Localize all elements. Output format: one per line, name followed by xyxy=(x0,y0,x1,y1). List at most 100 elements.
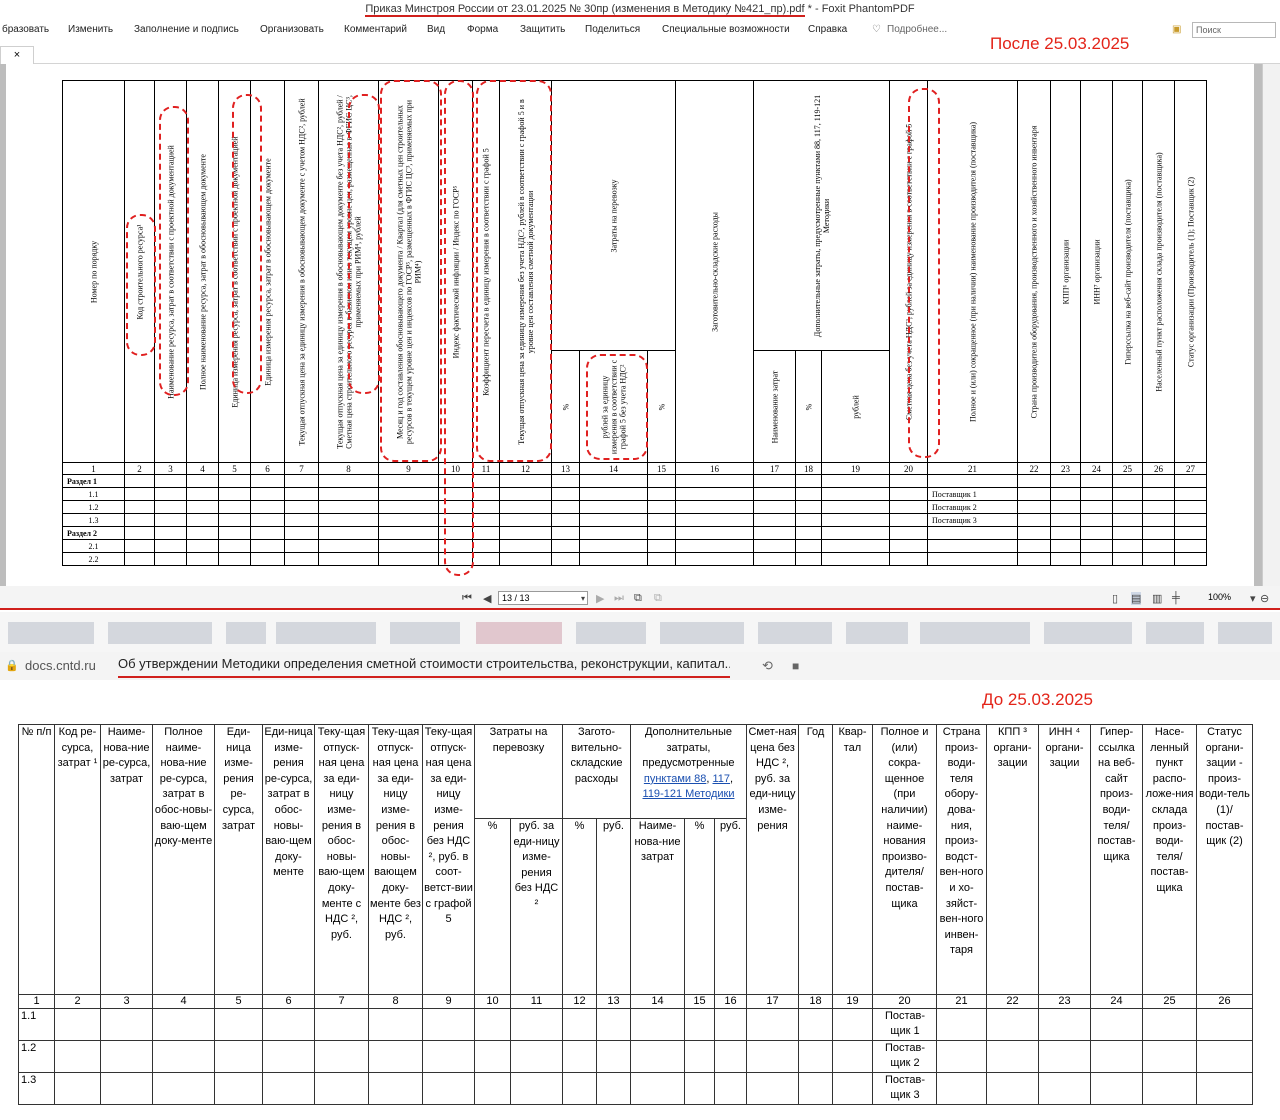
link-item-121[interactable]: -121 Методики xyxy=(660,788,734,800)
header-cell: Загото-вительно-складские расходы xyxy=(562,724,631,819)
bookmark-item[interactable] xyxy=(1146,622,1204,644)
bookmark-item[interactable] xyxy=(758,622,832,644)
header-cell: Статус организации (Производитель (1); П… xyxy=(1174,80,1207,463)
bookmark-item[interactable] xyxy=(1044,622,1132,644)
header-cell: Текущая отпускная цена за единицу измере… xyxy=(499,80,552,463)
pdf-vertical-scrollbar[interactable] xyxy=(1262,64,1280,586)
subheader-cell: % xyxy=(684,818,715,995)
web-resource-table: № п/п Код ре-сурса, затрат ¹ Наиме-нова-… xyxy=(18,724,1253,1105)
page-number-input[interactable]: 13 / 13 xyxy=(498,591,588,605)
menu-help[interactable]: Справка xyxy=(808,18,847,42)
header-cell: Теку-щая отпуск-ная цена за еди-ницу изм… xyxy=(314,724,369,995)
header-cell: Код ре-сурса, затрат ¹ xyxy=(54,724,101,995)
subheader-cell: руб. за еди-ницу изме-рения без НДС ² xyxy=(510,818,563,995)
menu-comment[interactable]: Комментарий xyxy=(344,18,407,42)
single-page-view-icon[interactable]: ▯ xyxy=(1112,592,1118,605)
header-cell: Текущая отпускная цена за единицу измере… xyxy=(318,80,379,463)
header-cell: Наименование ресурса, затрат в соответст… xyxy=(154,80,187,463)
bookmark-item[interactable] xyxy=(846,622,908,644)
prev-page-icon[interactable]: ◀ xyxy=(483,592,491,605)
link-item-119[interactable]: 119 xyxy=(643,788,661,800)
tell-me-link[interactable]: Подробнее... xyxy=(887,18,947,42)
menu-form[interactable]: Форма xyxy=(467,18,498,42)
bookmark-item[interactable] xyxy=(108,622,212,644)
header-cell: % xyxy=(795,350,822,463)
facing-view-icon[interactable]: ▥ xyxy=(1152,592,1162,605)
header-cell: Насе-ленный пункт распо-ложе-ния склада … xyxy=(1142,724,1197,995)
menu-view[interactable]: Вид xyxy=(427,18,445,42)
translate-icon[interactable]: ⟲ xyxy=(762,652,773,680)
folder-icon[interactable]: ▣ xyxy=(1172,18,1181,42)
header-cell: Статус органи-зации - произ-води-тель (1… xyxy=(1196,724,1253,995)
search-input[interactable]: Поиск xyxy=(1192,22,1276,38)
page-dropdown-chevron-icon[interactable]: ▾ xyxy=(581,594,585,603)
header-cell: Месяц и год составления обосновывающего … xyxy=(378,80,439,463)
status-bar: ⏮ ◀ 13 / 13 ▾ ▶ ⏭ ⧉ ⧉ ▯ ▤ ▥ ╪ 100% ▾ ⊖ xyxy=(0,586,1280,610)
menu-share[interactable]: Поделиться xyxy=(585,18,640,42)
subheader-cell: руб. xyxy=(596,818,631,995)
header-cell: Год xyxy=(798,724,833,995)
link-item-117[interactable]: 117 xyxy=(713,773,731,785)
menu-protect[interactable]: Защитить xyxy=(520,18,565,42)
header-cell: Полное и (или) сокра-щенное (при наличии… xyxy=(872,724,937,995)
before-date-label: До 25.03.2025 xyxy=(982,690,1093,709)
table-row: 2.1 xyxy=(62,539,1207,553)
header-cell: Полное и (или) сокращенное (при наличии)… xyxy=(927,80,1018,463)
table-row: 2.2 xyxy=(62,552,1207,566)
next-page-icon[interactable]: ▶ xyxy=(596,592,604,605)
bookmark-item[interactable] xyxy=(920,622,1030,644)
subheader-cell: Наиме-нова-ние затрат xyxy=(630,818,685,995)
header-cell: Затраты на перевозку xyxy=(474,724,563,819)
menu-fill-sign[interactable]: Заполнение и подпись xyxy=(134,18,239,42)
header-cell: Еди-ница изме-рения ре-сурса, затрат xyxy=(214,724,263,995)
menu-edit[interactable]: Изменить xyxy=(68,18,113,42)
table-row: 1.3 Постав-щик 3 xyxy=(18,1072,1253,1105)
header-cell: Полное наиме-нова-ние ре-сурса, затрат в… xyxy=(152,724,215,995)
document-tab[interactable]: × xyxy=(0,46,34,64)
zoom-out-icon[interactable]: ⊖ xyxy=(1260,592,1269,605)
bookmark-item[interactable] xyxy=(226,622,266,644)
first-page-icon[interactable]: ⏮ xyxy=(462,592,472,605)
header-cell: Дополнительные затраты, предусмотренные … xyxy=(630,724,747,819)
lock-icon[interactable]: 🔒 xyxy=(5,652,19,680)
zoom-level[interactable]: 100% xyxy=(1208,592,1231,602)
header-cell: Теку-щая отпуск-ная цена за еди-ницу изм… xyxy=(422,724,475,995)
pdf-viewport[interactable]: Номер по порядку Код строительного ресур… xyxy=(0,64,1280,586)
continuous-view-icon[interactable]: ▤ xyxy=(1131,592,1142,605)
bookmark-item[interactable] xyxy=(1218,622,1272,644)
header-cell: Затраты на перевозку xyxy=(551,80,676,351)
table-row: 1.1 Поставщик 1 xyxy=(62,487,1207,501)
menu-accessibility[interactable]: Специальные возможности xyxy=(662,18,790,42)
close-icon[interactable]: × xyxy=(14,49,20,61)
copy-page-icon[interactable]: ⧉ xyxy=(654,592,662,605)
url-host[interactable]: docs.cntd.ru xyxy=(25,652,96,680)
section-row: Раздел 1 xyxy=(62,474,1207,488)
bookmark-icon[interactable]: ■ xyxy=(792,652,799,680)
header-cell: Гипер-ссылка на веб-сайт произ-води-теля… xyxy=(1090,724,1143,995)
bookmark-item[interactable] xyxy=(390,622,460,644)
continuous-facing-view-icon[interactable]: ╪ xyxy=(1172,592,1180,604)
address-bar[interactable]: 🔒 docs.cntd.ru Об утверждении Методики о… xyxy=(0,652,1280,680)
header-cell: ИНН ⁴ органи-зации xyxy=(1038,724,1091,995)
tell-me-bulb-icon[interactable]: ♡ xyxy=(872,18,881,42)
subheader-cell: руб. xyxy=(714,818,747,995)
bookmark-item[interactable] xyxy=(576,622,646,644)
table-row: 1.3 Поставщик 3 xyxy=(62,513,1207,527)
bookmark-item[interactable] xyxy=(276,622,376,644)
menu-organize-partial[interactable]: бразовать xyxy=(2,18,49,42)
last-page-icon[interactable]: ⏭ xyxy=(614,592,624,605)
link-item-88[interactable]: пунктами 88 xyxy=(644,773,707,785)
bookmark-item[interactable] xyxy=(476,622,562,644)
bookmark-item[interactable] xyxy=(8,622,94,644)
header-cell: Страна производителя оборудования, произ… xyxy=(1017,80,1051,463)
extract-page-icon[interactable]: ⧉ xyxy=(634,592,642,605)
header-cell: КПП ³ органи-зации xyxy=(986,724,1039,995)
header-cell: Еди-ница изме-рения ре-сурса, затрат в о… xyxy=(262,724,315,995)
header-cell: ИНН⁷ организации xyxy=(1080,80,1113,463)
bookmark-item[interactable] xyxy=(660,622,744,644)
menu-organize[interactable]: Организовать xyxy=(260,18,324,42)
header-cell: № п/п xyxy=(18,724,55,995)
table-row: 1.1 Постав-щик 1 xyxy=(18,1008,1253,1041)
page-title: Об утверждении Методики определения смет… xyxy=(118,652,730,678)
zoom-dropdown-chevron-icon[interactable]: ▾ xyxy=(1250,592,1256,605)
